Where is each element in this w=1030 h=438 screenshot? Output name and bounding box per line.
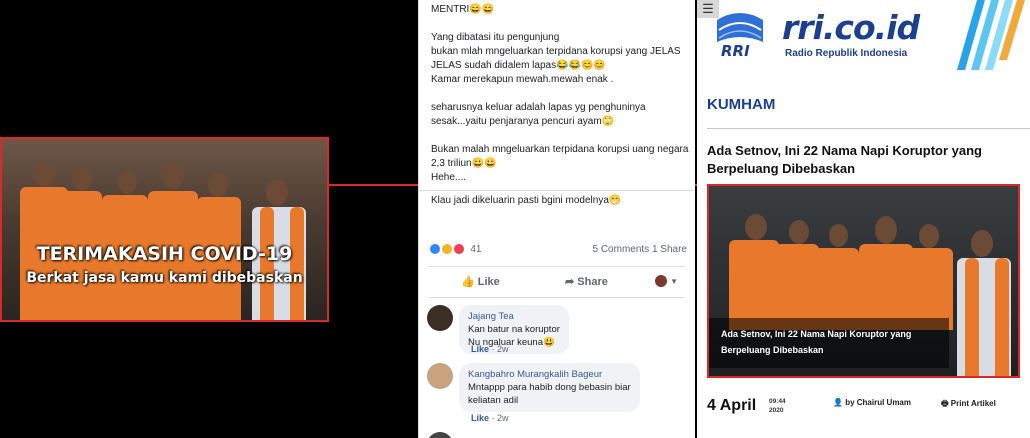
comment-item: Kangbahro Murangkalih Bageur Mntappp par… bbox=[427, 363, 689, 423]
avatar[interactable] bbox=[427, 432, 453, 438]
print-article-button[interactable]: 🖶 Print Artikel bbox=[941, 398, 996, 412]
article-meta: 4 April 09:44 2020 👤 by Chairul Umam 🖶 P… bbox=[707, 395, 1030, 419]
photo-caption: Ada Setnov, Ini 22 Nama Napi Koruptor ya… bbox=[721, 329, 912, 355]
comment-text: Mntappp para habib dong bebasin biar kel… bbox=[468, 382, 631, 406]
thumbs-up-icon: 👍 bbox=[461, 276, 475, 288]
facebook-post-panel: MENTRI😄😄 Yang dibatasi itu pengunjung bu… bbox=[418, 0, 695, 438]
article-photo: Ada Setnov, Ini 22 Nama Napi Koruptor ya… bbox=[707, 184, 1020, 378]
like-button[interactable]: 👍 Like bbox=[461, 275, 500, 288]
share-button[interactable]: ➦ Share bbox=[565, 275, 608, 288]
like-reaction-icon bbox=[429, 243, 441, 255]
reaction-count: 41 bbox=[470, 243, 482, 255]
section-title[interactable]: KUMHAM bbox=[707, 96, 775, 113]
haha-reaction-icon bbox=[440, 243, 453, 255]
share-arrow-icon: ➦ bbox=[565, 276, 575, 288]
comment-author[interactable]: Jajang Tea bbox=[468, 310, 560, 323]
article-headline[interactable]: Ada Setnov, Ini 22 Nama Napi Koruptor ya… bbox=[707, 142, 1007, 178]
profile-avatar-icon bbox=[655, 275, 667, 288]
comments-shares-summary[interactable]: 5 Comments 1 Share bbox=[593, 244, 688, 255]
byline-text: by Chairul Umam bbox=[845, 398, 911, 407]
article-byline[interactable]: 👤 by Chairul Umam bbox=[833, 398, 911, 407]
post-actions: 👍 Like ➦ Share ▼ bbox=[419, 272, 695, 294]
divider bbox=[419, 190, 695, 191]
comment-author[interactable]: Kangbahro Murangkalih Bageur bbox=[468, 368, 631, 381]
article-time-year: 09:44 2020 bbox=[769, 398, 786, 414]
comment-item: Jajang Tea Kan batur na koruptor Nu ngal… bbox=[427, 305, 689, 355]
print-article-label: Print Artikel bbox=[950, 399, 996, 408]
love-reaction-icon bbox=[452, 243, 465, 255]
divider bbox=[707, 128, 1030, 129]
post-body-text: MENTRI😄😄 Yang dibatasi itu pengunjung bu… bbox=[431, 4, 689, 183]
divider bbox=[429, 297, 685, 298]
comment-like-link[interactable]: Like bbox=[471, 344, 489, 354]
divider bbox=[429, 266, 685, 267]
user-icon: 👤 bbox=[833, 398, 843, 407]
comment-meta: Like · 2w bbox=[471, 344, 509, 354]
logo-decoration-stripes bbox=[957, 0, 1025, 70]
post-body-text-2: Klau jadi dikeluarin pasti bgini modelny… bbox=[431, 195, 622, 206]
avatar[interactable] bbox=[427, 363, 453, 389]
printer-icon: 🖶 bbox=[941, 399, 949, 408]
avatar[interactable] bbox=[427, 305, 453, 331]
like-button-label: Like bbox=[477, 276, 500, 288]
share-button-label: Share bbox=[577, 276, 608, 288]
left-panel: TERIMAKASIH COVID-19 Berkat jasa kamu ka… bbox=[0, 0, 418, 438]
left-meme-image: TERIMAKASIH COVID-19 Berkat jasa kamu ka… bbox=[0, 137, 329, 322]
shares-count[interactable]: 1 Share bbox=[652, 244, 687, 255]
site-logo-text[interactable]: rri.co.id bbox=[782, 8, 920, 47]
rri-logo-badge[interactable]: RRI bbox=[713, 12, 767, 60]
site-logo-subtitle: Radio Republik Indonesia bbox=[785, 48, 908, 59]
comment-time[interactable]: 2w bbox=[497, 413, 509, 423]
chevron-down-icon: ▼ bbox=[670, 277, 678, 286]
comment-meta: Like · 2w bbox=[471, 413, 509, 423]
meme-caption-sub: Berkat jasa kamu kami dibebaskan bbox=[26, 270, 303, 286]
rri-badge-text: RRI bbox=[721, 42, 750, 60]
comment-time[interactable]: 2w bbox=[497, 344, 509, 354]
comments-count[interactable]: 5 Comments bbox=[593, 244, 650, 255]
article-date: 4 April bbox=[707, 397, 757, 414]
reactions-summary[interactable]: 41 5 Comments 1 Share bbox=[429, 243, 687, 259]
comment-bubble: Kangbahro Murangkalih Bageur Mntappp par… bbox=[459, 363, 640, 412]
audience-selector[interactable]: ▼ bbox=[655, 275, 678, 288]
rri-article-panel: ☰ RRI rri.co.id Radio Republik Indonesia… bbox=[697, 0, 1030, 438]
comment-like-link[interactable]: Like bbox=[471, 413, 489, 423]
meme-caption-main: TERIMAKASIH COVID-19 bbox=[36, 243, 293, 265]
